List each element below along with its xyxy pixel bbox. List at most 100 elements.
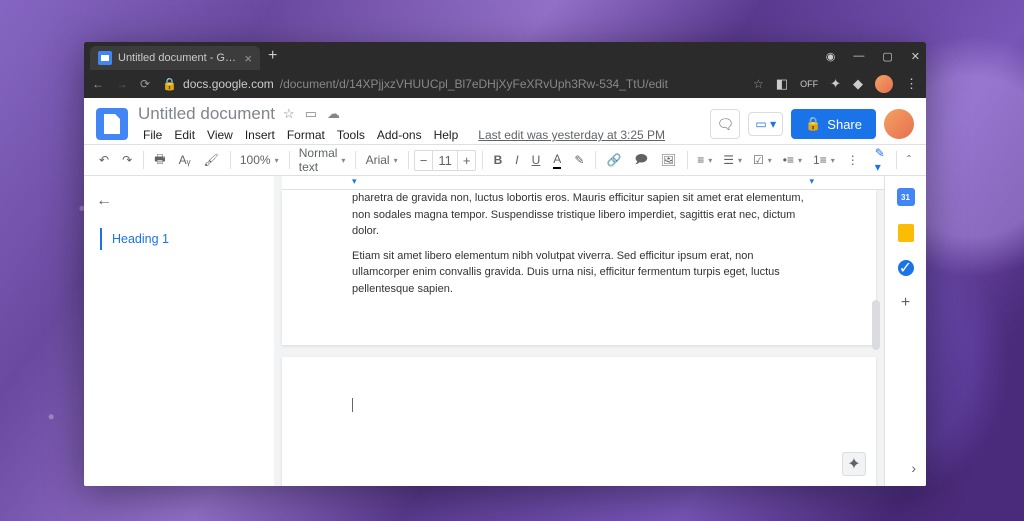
menu-tools[interactable]: Tools	[332, 126, 370, 144]
maximize-button[interactable]: ▢	[882, 50, 892, 63]
checklist-dropdown[interactable]: ☑	[749, 151, 776, 169]
document-outline: ← Heading 1	[84, 176, 274, 486]
paragraph-style-dropdown[interactable]: Normal text	[295, 144, 350, 176]
bulleted-list-dropdown[interactable]: •≡	[779, 151, 806, 169]
explore-button[interactable]: ✦	[842, 452, 866, 476]
font-size-decrease[interactable]: −	[415, 151, 433, 170]
docs-editor: Untitled document ☆ ▭ ☁ File Edit View I…	[84, 98, 926, 486]
font-dropdown[interactable]: Arial	[362, 151, 402, 169]
collapse-toolbar-button[interactable]: ˆ	[902, 150, 916, 170]
comments-button[interactable]: 🗨	[710, 109, 740, 139]
insert-link-button[interactable]: 🔗	[602, 150, 627, 170]
browser-window: Untitled document - Google Do × + ◉ — ▢ …	[84, 42, 926, 486]
menu-file[interactable]: File	[138, 126, 167, 144]
formatting-toolbar: ↶ ↷ 🖶 Aᵧ 🖌 100% Normal text Arial − 11 +…	[84, 144, 926, 176]
spellcheck-button[interactable]: Aᵧ	[174, 150, 196, 170]
undo-button[interactable]: ↶	[94, 150, 114, 170]
url-field[interactable]: 🔒 docs.google.com/document/d/14XPjjxzVHU…	[162, 77, 741, 91]
user-avatar[interactable]	[884, 109, 914, 139]
new-tab-button[interactable]: +	[268, 47, 277, 65]
outline-close-button[interactable]: ←	[96, 192, 262, 210]
nav-back-button[interactable]: ←	[92, 77, 104, 91]
highlight-button[interactable]: ✎	[569, 150, 589, 170]
zoom-dropdown[interactable]: 100%	[236, 151, 283, 169]
text-cursor	[352, 398, 353, 412]
docs-favicon-icon	[98, 51, 112, 65]
share-label: Share	[827, 117, 862, 132]
print-button[interactable]: 🖶	[149, 147, 170, 174]
document-title[interactable]: Untitled document	[138, 104, 275, 124]
last-edit-link[interactable]: Last edit was yesterday at 3:25 PM	[473, 126, 670, 144]
italic-button[interactable]: I	[510, 150, 523, 170]
lock-icon: 🔒	[162, 77, 177, 91]
account-icon[interactable]: ◉	[826, 50, 836, 63]
addons-plus-icon[interactable]: +	[901, 294, 910, 312]
close-window-button[interactable]: ✕	[911, 50, 920, 63]
calendar-icon[interactable]	[897, 188, 915, 206]
document-page-2[interactable]	[282, 357, 876, 486]
present-button[interactable]: ▭ ▾	[748, 112, 783, 136]
document-canvas[interactable]: ▾ ▾ pharetra de gravida non, luctus lobo…	[274, 176, 884, 486]
scrollbar-thumb[interactable]	[872, 300, 880, 350]
share-button[interactable]: 🔒 Share	[791, 109, 876, 139]
text-color-button[interactable]: A	[548, 149, 566, 172]
bookmark-star-icon[interactable]: ☆	[753, 77, 764, 91]
ext-puzzle-icon[interactable]: ✦	[830, 76, 841, 92]
ext-2-icon[interactable]: OFF	[800, 79, 818, 89]
tasks-icon[interactable]: ✓	[898, 260, 914, 276]
browser-addressbar: ← → ⟳ 🔒 docs.google.com/document/d/14XPj…	[84, 70, 926, 98]
align-dropdown[interactable]: ≡	[693, 151, 716, 169]
menu-edit[interactable]: Edit	[169, 126, 200, 144]
paint-format-button[interactable]: 🖌	[198, 150, 223, 170]
numbered-list-dropdown[interactable]: 1≡	[809, 151, 839, 169]
font-size-stepper: − 11 +	[414, 150, 477, 171]
body-paragraph-1[interactable]: pharetra de gravida non, luctus lobortis…	[352, 190, 806, 240]
url-host: docs.google.com	[183, 77, 274, 91]
font-size-value[interactable]: 11	[432, 151, 458, 170]
side-panel: ✓ +	[884, 176, 926, 486]
underline-button[interactable]: U	[527, 150, 546, 170]
docs-logo-icon[interactable]	[96, 108, 128, 140]
insert-image-button[interactable]: 🖼	[656, 150, 681, 170]
indent-marker-right-icon[interactable]: ▾	[809, 176, 814, 187]
browser-tab[interactable]: Untitled document - Google Do ×	[90, 46, 260, 70]
redo-button[interactable]: ↷	[117, 150, 137, 170]
minimize-button[interactable]: —	[853, 50, 864, 62]
menu-insert[interactable]: Insert	[240, 126, 280, 144]
menubar: File Edit View Insert Format Tools Add-o…	[138, 126, 700, 144]
outline-heading-1[interactable]: Heading 1	[100, 228, 262, 250]
close-tab-icon[interactable]: ×	[244, 51, 252, 66]
browser-titlebar: Untitled document - Google Do × + ◉ — ▢ …	[84, 42, 926, 70]
line-spacing-dropdown[interactable]: ☰	[719, 151, 746, 169]
reload-button[interactable]: ⟳	[140, 77, 150, 91]
browser-menu-icon[interactable]: ⋮	[905, 76, 918, 92]
menu-addons[interactable]: Add-ons	[372, 126, 427, 144]
profile-avatar-icon[interactable]	[875, 75, 893, 93]
document-page-1[interactable]: pharetra de gravida non, luctus lobortis…	[282, 190, 876, 345]
star-icon[interactable]: ☆	[283, 106, 295, 122]
nav-forward-button: →	[116, 77, 128, 91]
menu-view[interactable]: View	[202, 126, 238, 144]
tab-title: Untitled document - Google Do	[118, 52, 238, 64]
font-size-increase[interactable]: +	[458, 151, 476, 170]
toolbar-more-button[interactable]: ⋮	[842, 150, 864, 170]
indent-marker-left-icon[interactable]: ▾	[352, 176, 357, 187]
ext-3-icon[interactable]: ◆	[853, 76, 863, 92]
bold-button[interactable]: B	[489, 150, 508, 170]
extension-icons: ◧ OFF ✦ ◆ ⋮	[776, 75, 918, 93]
main-area: ← Heading 1 ▾ ▾ pharetra de gravida non,…	[84, 176, 926, 486]
url-path: /document/d/14XPjjxzVHUUCpl_Bl7eDHjXyFeX…	[280, 77, 668, 91]
move-icon[interactable]: ▭	[305, 106, 317, 122]
menu-help[interactable]: Help	[429, 126, 464, 144]
window-controls: ◉ — ▢ ✕	[826, 50, 920, 63]
docs-header: Untitled document ☆ ▭ ☁ File Edit View I…	[84, 98, 926, 144]
body-paragraph-2[interactable]: Etiam sit amet libero elementum nibh vol…	[352, 248, 806, 298]
add-comment-button[interactable]: 🗩	[629, 147, 652, 174]
keep-icon[interactable]	[898, 224, 914, 242]
hide-sidepanel-button[interactable]: ›	[911, 460, 916, 476]
horizontal-ruler[interactable]: ▾ ▾	[282, 176, 884, 190]
menu-format[interactable]: Format	[282, 126, 330, 144]
cloud-status-icon[interactable]: ☁	[327, 106, 340, 122]
ext-1-icon[interactable]: ◧	[776, 76, 788, 92]
editing-mode-button[interactable]: ✎ ▾	[870, 143, 890, 177]
